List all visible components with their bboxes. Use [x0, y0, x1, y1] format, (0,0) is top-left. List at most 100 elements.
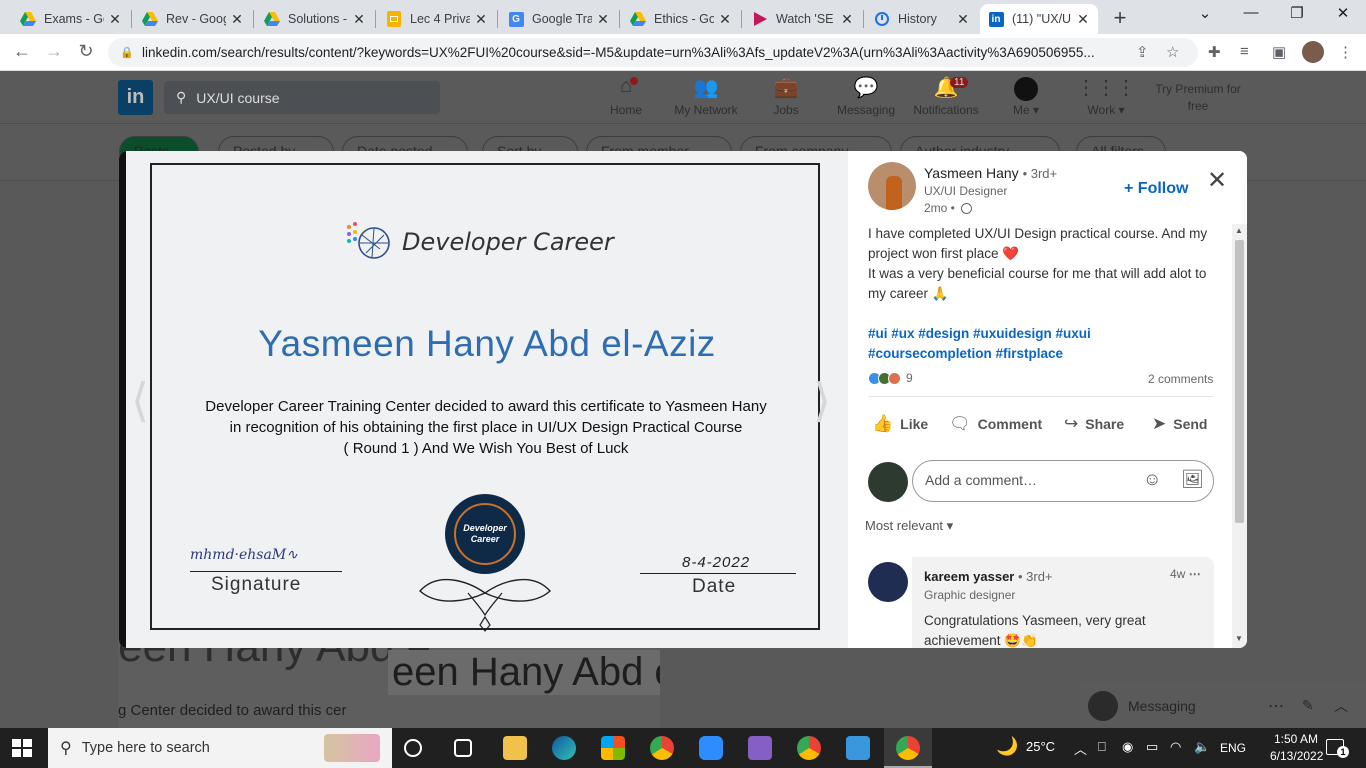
- nav-home[interactable]: ⌂ Home: [586, 75, 666, 117]
- messaging-bar[interactable]: Messaging ⋯ ✎ ︿: [1078, 683, 1366, 728]
- premium-link[interactable]: Try Premium for free: [1146, 81, 1250, 115]
- forward-button[interactable]: →: [42, 41, 66, 62]
- tab-google-translate[interactable]: G Google Tra ✕: [500, 4, 618, 34]
- nav-work[interactable]: ⋮⋮⋮ Work ▾: [1066, 75, 1146, 117]
- more-icon[interactable]: ⋯: [1268, 696, 1284, 716]
- maximize-button[interactable]: ❐: [1282, 4, 1312, 22]
- scroll-up-icon[interactable]: ▲: [1235, 226, 1243, 235]
- cortana-icon[interactable]: [404, 739, 422, 757]
- language-indicator[interactable]: ENG: [1220, 741, 1246, 755]
- emoji-icon[interactable]: ☺: [1143, 469, 1161, 490]
- close-tab-icon[interactable]: ✕: [474, 11, 488, 28]
- tab-lec4[interactable]: Lec 4 Priva ✕: [378, 4, 496, 34]
- close-tab-icon[interactable]: ✕: [956, 11, 970, 28]
- task-view-icon[interactable]: [454, 739, 472, 757]
- reload-button[interactable]: ↻: [74, 41, 98, 62]
- next-image-arrow-icon[interactable]: ⟩: [813, 373, 831, 427]
- nav-messaging[interactable]: 💬 Messaging: [826, 75, 906, 117]
- device-icon[interactable]: ⎕: [1098, 739, 1106, 755]
- tab-linkedin-active[interactable]: in (11) "UX/U ✕: [980, 4, 1098, 34]
- tab-search-chevron-icon[interactable]: ⌄: [1190, 4, 1220, 22]
- reactions-summary[interactable]: 9: [868, 371, 913, 385]
- close-window-button[interactable]: ✕: [1328, 4, 1358, 22]
- tab-solutions[interactable]: Solutions - ✕: [256, 4, 374, 34]
- weather-temp[interactable]: 25°C: [1026, 739, 1055, 754]
- chevron-up-icon[interactable]: ︿: [1074, 739, 1087, 758]
- media-control-icon[interactable]: ≡: [1240, 43, 1249, 60]
- address-bar[interactable]: 🔒 linkedin.com/search/results/content/?k…: [108, 38, 1198, 67]
- search-input[interactable]: ⚲ UX/UI course: [164, 81, 440, 114]
- close-tab-icon[interactable]: ✕: [840, 11, 854, 28]
- commenter-name[interactable]: kareem yasser: [924, 569, 1014, 584]
- follow-button[interactable]: + Follow: [1124, 180, 1188, 198]
- side-panel-icon[interactable]: ▣: [1272, 43, 1286, 61]
- chrome-icon[interactable]: [797, 736, 821, 760]
- author-name[interactable]: Yasmeen Hany: [924, 165, 1019, 181]
- comments-count[interactable]: 2 comments: [1148, 372, 1213, 386]
- chrome-icon[interactable]: [650, 736, 674, 760]
- previous-image-arrow-icon[interactable]: ⟨: [131, 373, 149, 427]
- battery-icon[interactable]: ▭: [1146, 739, 1158, 755]
- avatar[interactable]: [868, 562, 908, 602]
- comment-input[interactable]: Add a comment… ☺ 🖼: [912, 460, 1214, 502]
- share-icon[interactable]: ⇪: [1136, 43, 1149, 61]
- post-text-line: I have completed UX/UI Design practical …: [868, 226, 1208, 261]
- menu-kebab-icon[interactable]: ⋮: [1338, 43, 1353, 61]
- like-button[interactable]: 👍 Like: [872, 414, 928, 434]
- profile-avatar[interactable]: [1302, 41, 1324, 63]
- post-scroll-area[interactable]: I have completed UX/UI Design practical …: [852, 224, 1247, 648]
- notifications-icon[interactable]: 1: [1326, 739, 1349, 758]
- scroll-down-icon[interactable]: ▼: [1235, 634, 1243, 643]
- close-tab-icon[interactable]: ✕: [1076, 11, 1090, 28]
- close-tab-icon[interactable]: ✕: [108, 11, 122, 28]
- close-tab-icon[interactable]: ✕: [230, 11, 244, 28]
- linkedin-logo[interactable]: in: [118, 80, 153, 115]
- comment-sort[interactable]: Most relevant ▾: [865, 518, 953, 534]
- nav-jobs[interactable]: 💼 Jobs: [746, 75, 826, 117]
- extensions-icon[interactable]: ✚: [1208, 43, 1221, 61]
- avatar[interactable]: [868, 162, 916, 210]
- close-tab-icon[interactable]: ✕: [596, 11, 610, 28]
- scrollbar-thumb[interactable]: [1235, 240, 1244, 523]
- system-clock[interactable]: 1:50 AM 6/13/2022: [1270, 731, 1323, 765]
- zoom-icon[interactable]: [699, 736, 723, 760]
- meet-now-icon[interactable]: ◉: [1122, 739, 1133, 755]
- visual-studio-icon[interactable]: [748, 736, 772, 760]
- close-tab-icon[interactable]: ✕: [352, 11, 366, 28]
- close-tab-icon[interactable]: ✕: [718, 11, 732, 28]
- microsoft-store-icon[interactable]: [601, 736, 625, 760]
- edge-icon[interactable]: [552, 736, 576, 760]
- tab-rev[interactable]: Rev - Goog ✕: [134, 4, 252, 34]
- close-icon[interactable]: ✕: [1207, 169, 1227, 193]
- nav-notifications[interactable]: 🔔 11 Notifications: [906, 75, 986, 117]
- more-icon[interactable]: ⋯: [1189, 567, 1201, 581]
- share-button[interactable]: ↪ Share: [1064, 414, 1124, 434]
- wifi-icon[interactable]: ◠: [1170, 739, 1181, 755]
- chevron-up-icon[interactable]: ︿: [1334, 696, 1348, 716]
- bookmark-star-icon[interactable]: ☆: [1166, 43, 1179, 61]
- send-button[interactable]: ➤ Send: [1152, 414, 1207, 434]
- comment-time: 4w: [1170, 567, 1186, 581]
- image-icon[interactable]: 🖼: [1181, 469, 1204, 490]
- tab-exams[interactable]: Exams - Go ✕: [12, 4, 130, 34]
- lock-icon[interactable]: 🔒: [120, 46, 134, 59]
- tab-history[interactable]: History ✕: [866, 4, 978, 34]
- weather-icon[interactable]: 🌙: [996, 736, 1018, 757]
- compose-icon[interactable]: ✎: [1302, 697, 1314, 714]
- post-hashtags[interactable]: #ui #ux #design #uxuidesign #uxui #cours…: [868, 324, 1213, 364]
- nav-me[interactable]: Me ▾: [986, 75, 1066, 117]
- comment-button[interactable]: 🗨 Comment: [949, 414, 1042, 434]
- windows-start-icon[interactable]: [12, 739, 32, 757]
- nav-my-network[interactable]: 👥 My Network: [666, 75, 746, 117]
- store-bag-icon[interactable]: [846, 736, 870, 760]
- back-button[interactable]: ←: [10, 41, 34, 62]
- file-explorer-icon[interactable]: [503, 736, 527, 760]
- volume-icon[interactable]: 🔈: [1194, 739, 1210, 755]
- tab-ethics[interactable]: Ethics - Go ✕: [622, 4, 740, 34]
- minimize-button[interactable]: —: [1236, 4, 1266, 21]
- scrollbar[interactable]: ▲ ▼: [1232, 224, 1247, 648]
- new-tab-button[interactable]: +: [1108, 5, 1132, 31]
- taskbar-search-input[interactable]: ⚲ Type here to search: [48, 728, 392, 768]
- tab-watch[interactable]: Watch 'SE ✕: [744, 4, 862, 34]
- active-chrome-app[interactable]: [884, 728, 932, 768]
